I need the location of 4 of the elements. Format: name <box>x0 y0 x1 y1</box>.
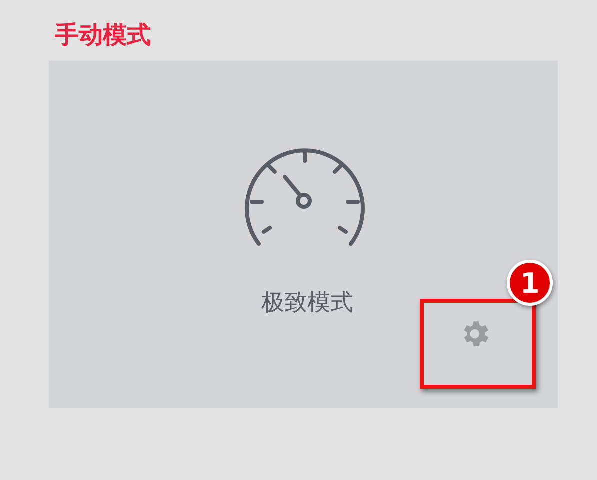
section-title: 手动模式 <box>55 20 152 51</box>
mode-label: 极致模式 <box>262 289 354 318</box>
mode-card[interactable]: 极致模式 1 <box>49 61 558 408</box>
step-badge: 1 <box>507 260 553 306</box>
